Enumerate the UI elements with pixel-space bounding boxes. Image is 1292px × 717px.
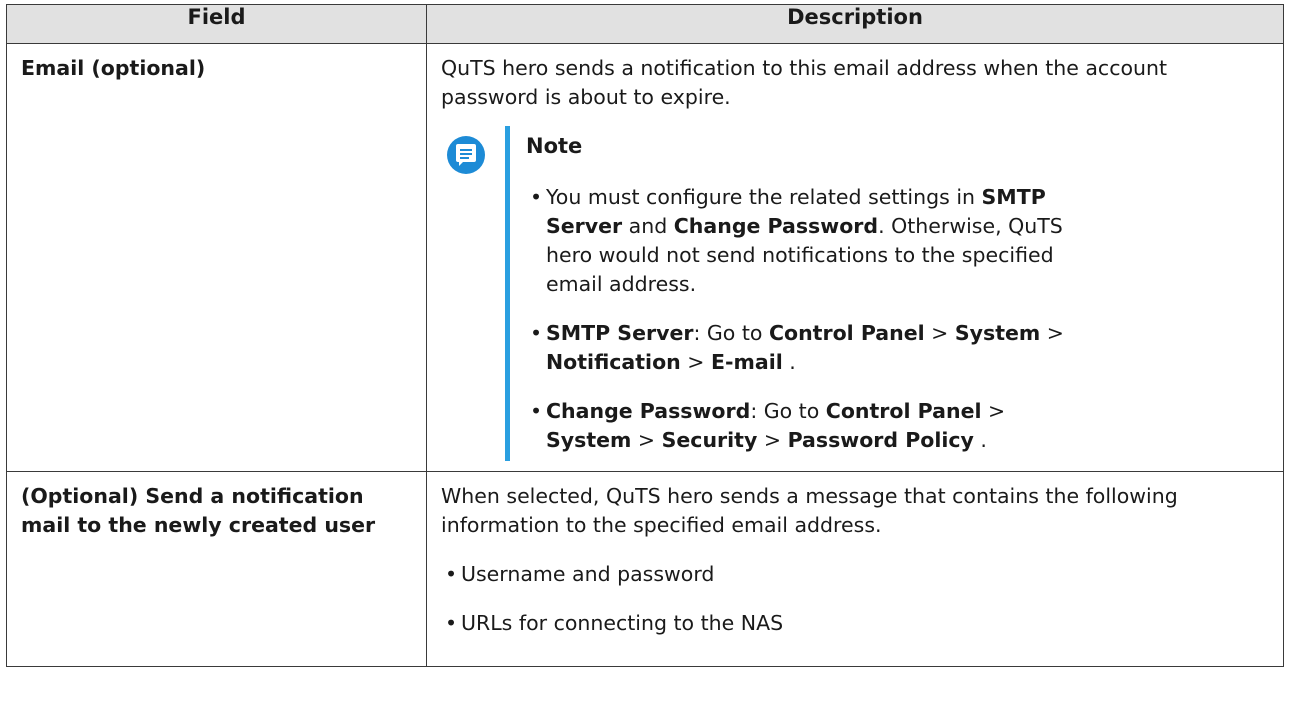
description-cell-email: QuTS hero sends a notification to this e… xyxy=(426,43,1284,472)
description-text: QuTS hero sends a notification to this e… xyxy=(441,56,1168,109)
header-description: Description xyxy=(426,4,1284,44)
note-icon xyxy=(447,136,485,174)
list-item: SMTP Server: Go to Control Panel > Syste… xyxy=(526,319,1071,377)
list-item: Change Password: Go to Control Panel > S… xyxy=(526,397,1071,455)
list-item: URLs for connecting to the NAS xyxy=(441,609,1269,638)
field-name-email: Email (optional) xyxy=(6,43,427,472)
note-box: Note You must configure the related sett… xyxy=(441,126,1269,461)
note-list: You must configure the related settings … xyxy=(526,183,1071,455)
fields-table: Field Description Email (optional) QuTS … xyxy=(6,4,1284,667)
description-cell-send-notification: When selected, QuTS hero sends a message… xyxy=(426,471,1284,667)
field-name-send-notification: (Optional) Send a notification mail to t… xyxy=(6,471,427,667)
list-item: Username and password xyxy=(441,560,1269,589)
header-field: Field xyxy=(6,4,427,44)
description-text: When selected, QuTS hero sends a message… xyxy=(441,484,1178,537)
table-header-row: Field Description xyxy=(6,4,1284,44)
list-item: You must configure the related settings … xyxy=(526,183,1071,299)
table-row: Email (optional) QuTS hero sends a notif… xyxy=(6,43,1284,472)
table-row: (Optional) Send a notification mail to t… xyxy=(6,471,1284,667)
note-title: Note xyxy=(526,134,583,158)
info-list: Username and password URLs for connectin… xyxy=(441,560,1269,638)
